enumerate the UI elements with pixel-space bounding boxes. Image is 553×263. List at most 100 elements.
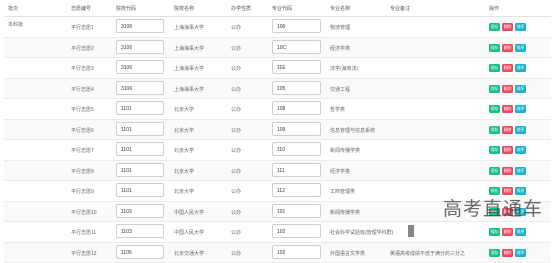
major-code-input[interactable]: 112 (272, 183, 321, 197)
save-button[interactable]: 保存 (489, 228, 500, 236)
school-code-input[interactable]: 1103 (116, 204, 164, 218)
delete-button[interactable]: 删除 (502, 167, 513, 175)
sort-button[interactable]: 排序 (515, 44, 526, 52)
major-code-input[interactable]: 10C (272, 40, 321, 54)
school-code-input[interactable]: 3106 (116, 60, 164, 74)
delete-button[interactable]: 删除 (502, 44, 513, 52)
save-button[interactable]: 保存 (489, 167, 500, 175)
save-button[interactable]: 保存 (489, 85, 500, 93)
table-row: 平行志愿81101北京大学公办111经济学类保存删除排序 (4, 161, 551, 182)
delete-button[interactable]: 删除 (502, 64, 513, 72)
school-type: 公办 (231, 229, 241, 236)
school-name: 上海海事大学 (174, 65, 204, 72)
school-name: 中国人民大学 (174, 209, 204, 216)
school-type: 公办 (231, 168, 241, 175)
major-code-input[interactable]: 11E (272, 60, 321, 74)
delete-button[interactable]: 删除 (502, 105, 513, 113)
school-type: 公办 (231, 106, 241, 113)
volunteer-no: 平行志愿2 (71, 45, 94, 52)
school-type: 公办 (231, 24, 241, 31)
volunteer-no: 平行志愿1 (71, 24, 94, 31)
major-name: 法学(海商法) (330, 65, 358, 72)
header-school-name: 院校名称 (174, 5, 194, 12)
sort-button[interactable]: 排序 (515, 105, 526, 113)
school-name: 上海海事大学 (174, 86, 204, 93)
header-school-type: 办学性质 (231, 5, 251, 12)
table-row: 平行志愿13106上海海事大学公办106物流管理保存删除排序 (4, 17, 551, 38)
volunteer-no: 平行志愿8 (71, 168, 94, 175)
sort-button[interactable]: 排序 (515, 146, 526, 154)
sort-button[interactable]: 排序 (515, 85, 526, 93)
school-code-input[interactable]: 1101 (116, 101, 164, 115)
school-code-input[interactable]: 1103 (116, 224, 164, 238)
delete-button[interactable]: 删除 (502, 126, 513, 134)
table-row: 平行志愿71101北京大学公办110新闻传播学类保存删除排序 (4, 140, 551, 161)
volunteer-no: 平行志愿9 (71, 188, 94, 195)
school-type: 公办 (231, 86, 241, 93)
school-code-input[interactable]: 3106 (116, 81, 164, 95)
school-code-input[interactable]: 1101 (116, 163, 164, 177)
major-code-input[interactable]: 108 (272, 101, 321, 115)
school-name: 上海海事大学 (174, 24, 204, 31)
school-code-input[interactable]: 1101 (116, 142, 164, 156)
major-code-input[interactable]: 102 (272, 224, 321, 238)
table-row: 平行志愿23106上海海事大学公办10C经济学类保存删除排序 (4, 38, 551, 59)
sort-button[interactable]: 排序 (515, 64, 526, 72)
table-row: 平行志愿33106上海海事大学公办11E法学(海商法)保存删除排序 (4, 58, 551, 79)
delete-button[interactable]: 删除 (502, 249, 513, 257)
volunteer-no: 平行志愿10 (71, 209, 97, 216)
major-code-input[interactable]: 106 (272, 19, 321, 33)
school-name: 北京大学 (174, 188, 194, 195)
save-button[interactable]: 保存 (489, 249, 500, 257)
sort-button[interactable]: 排序 (515, 249, 526, 257)
school-type: 公办 (231, 65, 241, 72)
major-name: 社会科学试验班(管理学科群) (330, 229, 393, 236)
delete-button[interactable]: 删除 (502, 23, 513, 31)
major-name: 哲学类 (330, 106, 345, 113)
major-code-input[interactable]: 111 (272, 163, 321, 177)
school-code-input[interactable]: 1105 (116, 245, 164, 259)
major-code-input[interactable]: 110 (272, 142, 321, 156)
volunteer-no: 平行志愿6 (71, 127, 94, 134)
sort-button[interactable]: 排序 (515, 228, 526, 236)
delete-button[interactable]: 删除 (502, 85, 513, 93)
save-button[interactable]: 保存 (489, 23, 500, 31)
school-code-input[interactable]: 1101 (116, 122, 164, 136)
major-name: 工商管理类 (330, 188, 355, 195)
school-code-input[interactable]: 3106 (116, 40, 164, 54)
save-button[interactable]: 保存 (489, 126, 500, 134)
delete-button[interactable]: 删除 (502, 228, 513, 236)
save-button[interactable]: 保存 (489, 105, 500, 113)
volunteer-no: 平行志愿5 (71, 106, 94, 113)
volunteer-table: 批次 志愿编号 院校代码 院校名称 办学性质 专业代码 专业名称 专业备注 操作… (4, 2, 551, 263)
sort-button[interactable]: 排序 (515, 126, 526, 134)
major-name: 经济学类 (330, 45, 350, 52)
delete-button[interactable]: 删除 (502, 146, 513, 154)
header-major-code: 专业代码 (272, 5, 292, 12)
major-name: 新闻传播学类 (330, 147, 360, 154)
save-button[interactable]: 保存 (489, 64, 500, 72)
major-code-input[interactable]: 109 (272, 122, 321, 136)
volunteer-no: 平行志愿7 (71, 147, 94, 154)
save-button[interactable]: 保存 (489, 146, 500, 154)
major-code-input[interactable]: 105 (272, 81, 321, 95)
major-name: 新闻传播学类 (330, 209, 360, 216)
school-name: 北京大学 (174, 106, 194, 113)
table-row: 平行志愿5 1101 北京大学 公办 108 哲学类 保存删除排序 (4, 99, 551, 120)
major-code-input[interactable]: 102 (272, 245, 321, 259)
school-code-input[interactable]: 1101 (116, 183, 164, 197)
school-name: 中国人民大学 (174, 229, 204, 236)
header-major-note: 专业备注 (390, 5, 410, 12)
sort-button[interactable]: 排序 (515, 167, 526, 175)
table-header: 批次 志愿编号 院校代码 院校名称 办学性质 专业代码 专业名称 专业备注 操作 (4, 2, 551, 17)
school-type: 公办 (231, 127, 241, 134)
table-row: 平行志愿61101北京大学公办109信息管理与信息系统保存删除排序 (4, 120, 551, 141)
school-type: 公办 (231, 45, 241, 52)
major-code-input[interactable]: 101 (272, 204, 321, 218)
sort-button[interactable]: 排序 (515, 23, 526, 31)
save-button[interactable]: 保存 (489, 44, 500, 52)
header-major-name: 专业名称 (330, 5, 350, 12)
major-name: 经济学类 (330, 168, 350, 175)
major-name: 交通工程 (330, 86, 350, 93)
school-code-input[interactable]: 3106 (116, 19, 164, 33)
